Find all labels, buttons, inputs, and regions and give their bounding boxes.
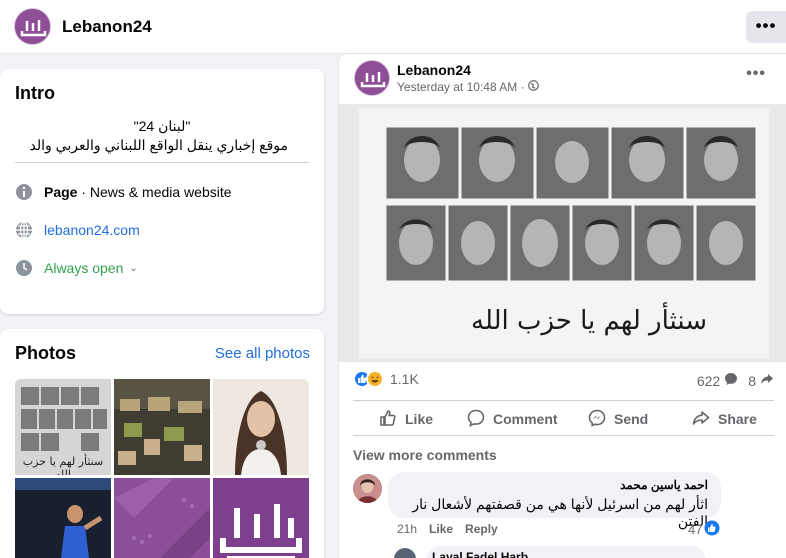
comment-label: Comment <box>493 411 558 427</box>
comment-age[interactable]: 21h <box>397 522 417 536</box>
commenter-avatar[interactable] <box>353 474 382 503</box>
post-card: Lebanon24 Yesterday at 10:48 AM · ••• سن… <box>339 54 786 558</box>
photo-thumbnail[interactable] <box>213 478 309 558</box>
globe-icon <box>528 80 539 94</box>
comment-meta: 21h Like Reply <box>397 522 498 536</box>
more-options-button[interactable]: ••• <box>746 11 786 43</box>
hours-row[interactable]: Always open ⌄ <box>15 257 138 279</box>
reply-author-name[interactable]: Layal Fadel Harb <box>432 550 528 558</box>
send-label: Send <box>614 411 649 427</box>
share-button[interactable]: Share <box>692 408 757 430</box>
share-arrow-icon <box>760 372 774 389</box>
page-avatar[interactable] <box>14 8 51 45</box>
photo-thumbnail[interactable] <box>114 379 210 475</box>
hours-status: Always open <box>44 260 124 276</box>
poster-caption: سنثأر لهم يا حزب الله <box>471 306 707 336</box>
reaction-summary[interactable]: 1.1K <box>353 370 419 388</box>
intro-card: Intro "لبنان 24" موقع إخباري ينقل الواقع… <box>0 69 324 314</box>
view-more-comments-link[interactable]: View more comments <box>353 447 497 463</box>
share-count[interactable]: 8 <box>748 373 756 389</box>
intro-title: Intro <box>15 83 55 103</box>
comment-button[interactable]: Comment <box>467 408 558 430</box>
like-label: Like <box>405 411 434 427</box>
reaction-count: 1.1K <box>390 371 419 387</box>
category-value: · News & media website <box>77 184 232 200</box>
photos-title: Photos <box>15 343 76 363</box>
photo-caption: سنثأر لهم يا حزب الله <box>22 455 104 475</box>
commenter-name[interactable]: احمد ياسين محمد <box>620 478 708 492</box>
clock-icon <box>15 259 33 277</box>
like-button[interactable]: Like <box>379 408 433 430</box>
post-time-separator: · <box>517 80 528 94</box>
photo-thumbnail[interactable] <box>213 379 309 475</box>
comment-bubble: احمد ياسين محمد اثأر لهم من اسرئيل لأنها… <box>388 472 721 529</box>
comment-icon <box>467 409 493 430</box>
haha-reaction-icon <box>366 370 384 388</box>
actions-divider-bottom <box>353 435 774 436</box>
engagement-counts: 622 8 <box>697 372 774 389</box>
page-name[interactable]: Lebanon24 <box>62 17 152 37</box>
post-more-options-icon[interactable]: ••• <box>746 65 766 83</box>
share-label: Share <box>718 411 757 427</box>
page-category-row: Page · News & media website <box>15 181 232 203</box>
photos-card: Photos See all photos سنثأر لهم يا حزب ا… <box>0 329 324 558</box>
category-label: Page <box>44 184 78 200</box>
reply-author-avatar[interactable] <box>394 548 416 558</box>
post-author-name[interactable]: Lebanon24 <box>397 62 471 78</box>
share-icon <box>692 409 718 430</box>
comment-likes-number: 47 <box>688 522 703 537</box>
comment-bubble-icon <box>724 372 738 389</box>
poster: سنثأر لهم يا حزب الله <box>359 108 769 358</box>
photo-thumbnail[interactable]: سنثأر لهم يا حزب الله <box>15 379 111 475</box>
globe-icon <box>15 221 33 239</box>
thumbs-up-icon <box>379 409 405 430</box>
comment-like-count[interactable]: 47 <box>688 520 720 539</box>
comment-reply-link[interactable]: Reply <box>465 522 498 536</box>
like-reaction-icon <box>704 520 720 539</box>
comment-like-link[interactable]: Like <box>429 522 453 536</box>
photo-thumbnail[interactable] <box>114 478 210 558</box>
see-all-photos-link[interactable]: See all photos <box>215 345 310 362</box>
post-timestamp[interactable]: Yesterday at 10:48 AM · <box>397 80 539 94</box>
actions-divider-top <box>353 400 774 401</box>
page-header: Lebanon24 ••• <box>0 0 786 54</box>
intro-divider <box>15 162 309 163</box>
post-author-avatar[interactable] <box>354 60 390 96</box>
post-image[interactable]: سنثأر لهم يا حزب الله <box>339 104 786 362</box>
more-horizontal-icon: ••• <box>755 16 777 35</box>
bio-line-1: "لبنان 24" <box>133 118 191 134</box>
send-button[interactable]: Send <box>588 408 648 430</box>
info-icon <box>15 183 33 201</box>
post-time-text: Yesterday at 10:48 AM <box>397 80 518 94</box>
bio-line-2: موقع إخباري ينقل الواقع اللبناني والعربي… <box>29 137 289 153</box>
comment-count[interactable]: 622 <box>697 373 720 389</box>
messenger-icon <box>588 409 614 430</box>
chevron-down-icon: ⌄ <box>129 262 138 274</box>
photo-thumbnail[interactable] <box>15 478 111 558</box>
website-row: lebanon24.com <box>15 219 140 241</box>
website-link[interactable]: lebanon24.com <box>44 222 140 238</box>
